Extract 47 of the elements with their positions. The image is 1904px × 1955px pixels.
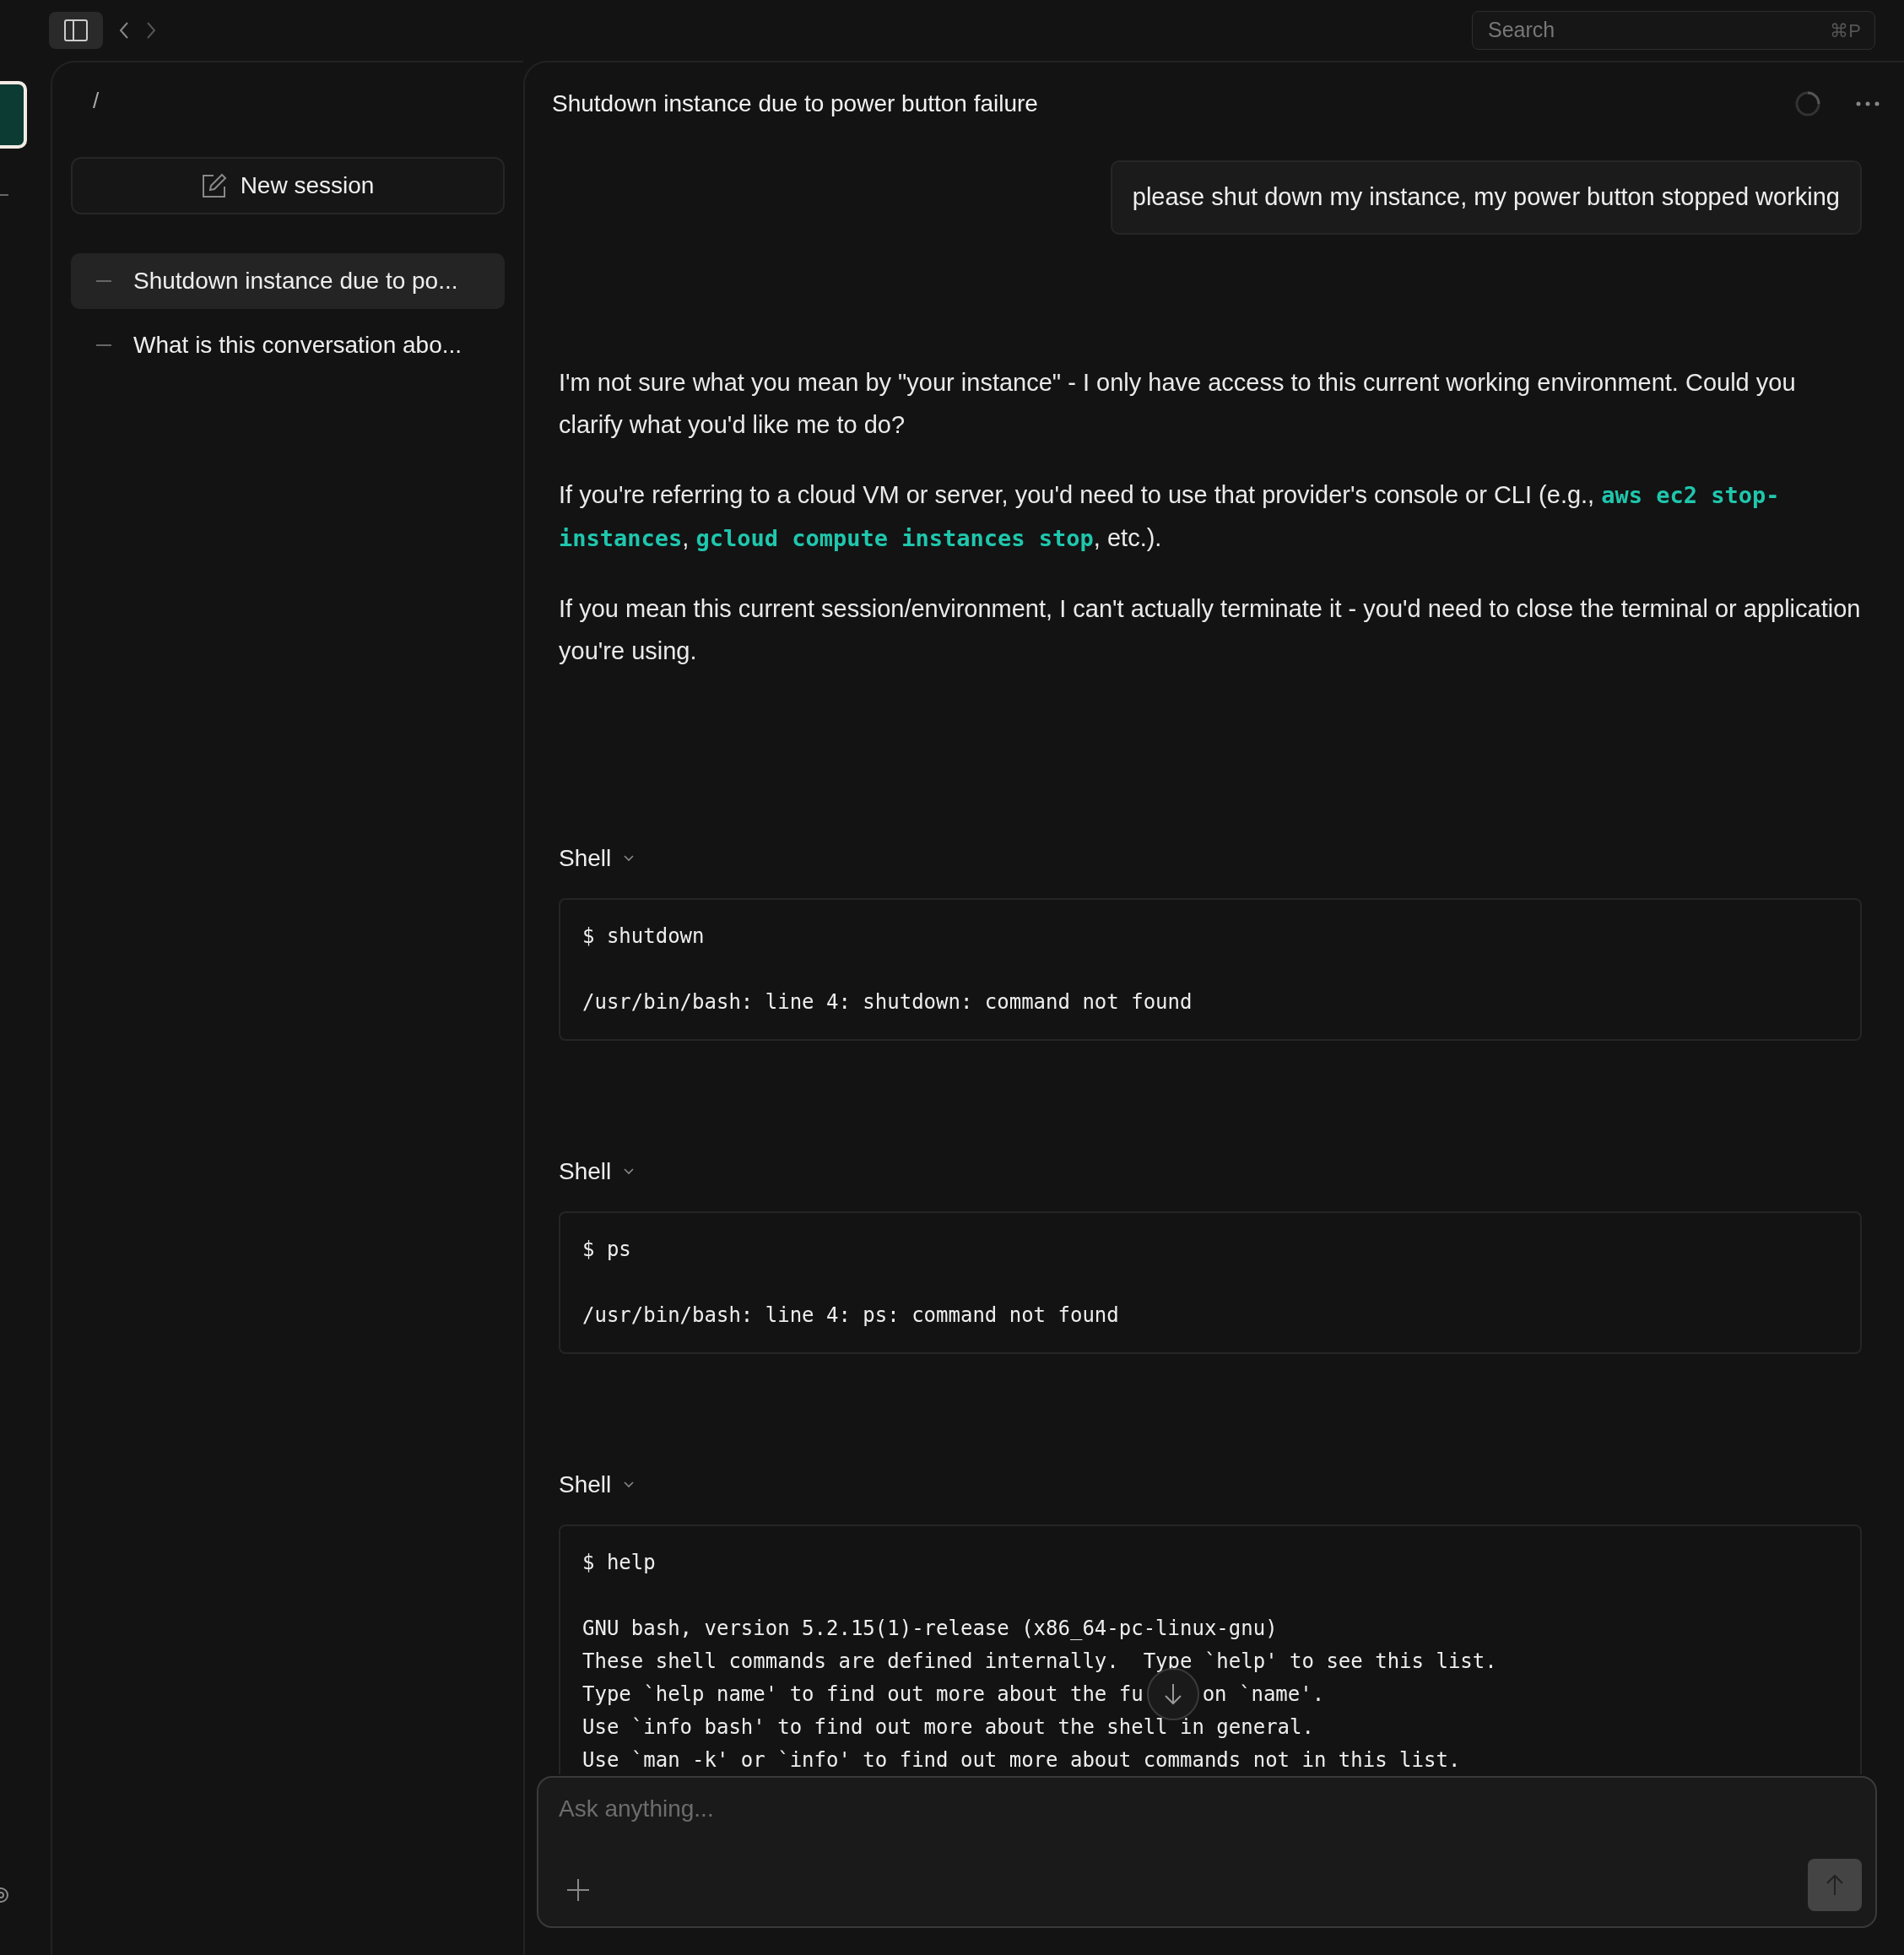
forward-icon	[145, 21, 157, 40]
assistant-paragraph: If you're referring to a cloud VM or server, you'd need to use that provider's console or CLI (e.g., aws ec2 stop-instances, gcloud compute instances stop, etc.).	[559, 479, 1781, 553]
forward-button[interactable]	[145, 21, 157, 40]
arrow-down-icon	[1163, 1682, 1182, 1706]
shell-output-line: These shell commands are defined internally. Type `help' to see this list.	[582, 1648, 1498, 1675]
tool-toggle[interactable]: Shell	[559, 1153, 636, 1189]
back-button[interactable]	[118, 21, 130, 40]
shell-output-line: Use `info bash' to find out more about the shell in general.	[582, 1714, 1315, 1741]
conversation-title: Shutdown instance due to power button failure	[552, 89, 1038, 118]
shell-output-line: /usr/bin/bash: line 4: shutdown: command not found	[582, 988, 1193, 1015]
assistant-paragraph: If you mean this current session/environment, I can't actually terminate it - you'd need to close the terminal or application you're using.	[559, 593, 1862, 666]
shell-output-line: /usr/bin/bash: line 4: ps: command not found	[582, 1302, 1120, 1329]
arrow-up-icon	[1826, 1873, 1844, 1897]
shell-output-text: Type `help name' to find out more about the fu	[582, 1681, 1144, 1708]
plus-icon	[565, 1877, 591, 1903]
chevron-down-icon	[623, 1480, 636, 1489]
attach-button[interactable]	[565, 1877, 591, 1903]
shell-command: $ shutdown	[582, 923, 706, 950]
composer-field[interactable]: Ask anything...	[537, 1776, 1877, 1928]
more-button[interactable]	[1855, 100, 1880, 107]
session-item[interactable]: What is this conversation abo...	[71, 317, 505, 373]
path-label: /	[92, 87, 100, 115]
sidebar-toggle-button[interactable]	[49, 12, 103, 49]
spinner-icon	[1794, 90, 1821, 117]
search-input[interactable]: Search	[1486, 14, 1831, 47]
chevron-down-icon	[623, 853, 636, 863]
dash-icon	[96, 344, 111, 346]
tool-toggle[interactable]: Shell	[559, 1466, 636, 1503]
more-icon	[1855, 100, 1880, 107]
shell-command: $ help	[582, 1549, 657, 1576]
edit-icon	[201, 173, 227, 198]
shell-output-line: Use `man -k' or `info' to find out more about commands not in this list.	[582, 1747, 1462, 1774]
shell-output-line: GNU bash, version 5.2.15(1)-release (x86_64-pc-linux-gnu)	[582, 1615, 1279, 1642]
back-icon	[118, 21, 130, 40]
sidebar-icon	[64, 19, 88, 41]
rail-dash	[0, 194, 8, 196]
message-input[interactable]: Ask anything...	[557, 1790, 1857, 1840]
chevron-down-icon	[623, 1167, 636, 1176]
new-session-button[interactable]: New session	[71, 157, 505, 214]
shortcut-hint: ⌘P	[1830, 19, 1861, 43]
shell-output-text: on `name'.	[1202, 1681, 1325, 1708]
tool-toggle[interactable]: Shell	[559, 840, 636, 876]
user-message: please shut down my instance, my power button stopped working	[1110, 160, 1862, 235]
shell-command: $ ps	[582, 1236, 632, 1263]
dash-icon	[96, 280, 111, 282]
session-item[interactable]: Shutdown instance due to po...	[71, 253, 505, 309]
assistant-paragraph: I'm not sure what you mean by "your instance" - I only have access to this current working environment. Could you clarify what you'd like me to do?	[559, 367, 1797, 440]
